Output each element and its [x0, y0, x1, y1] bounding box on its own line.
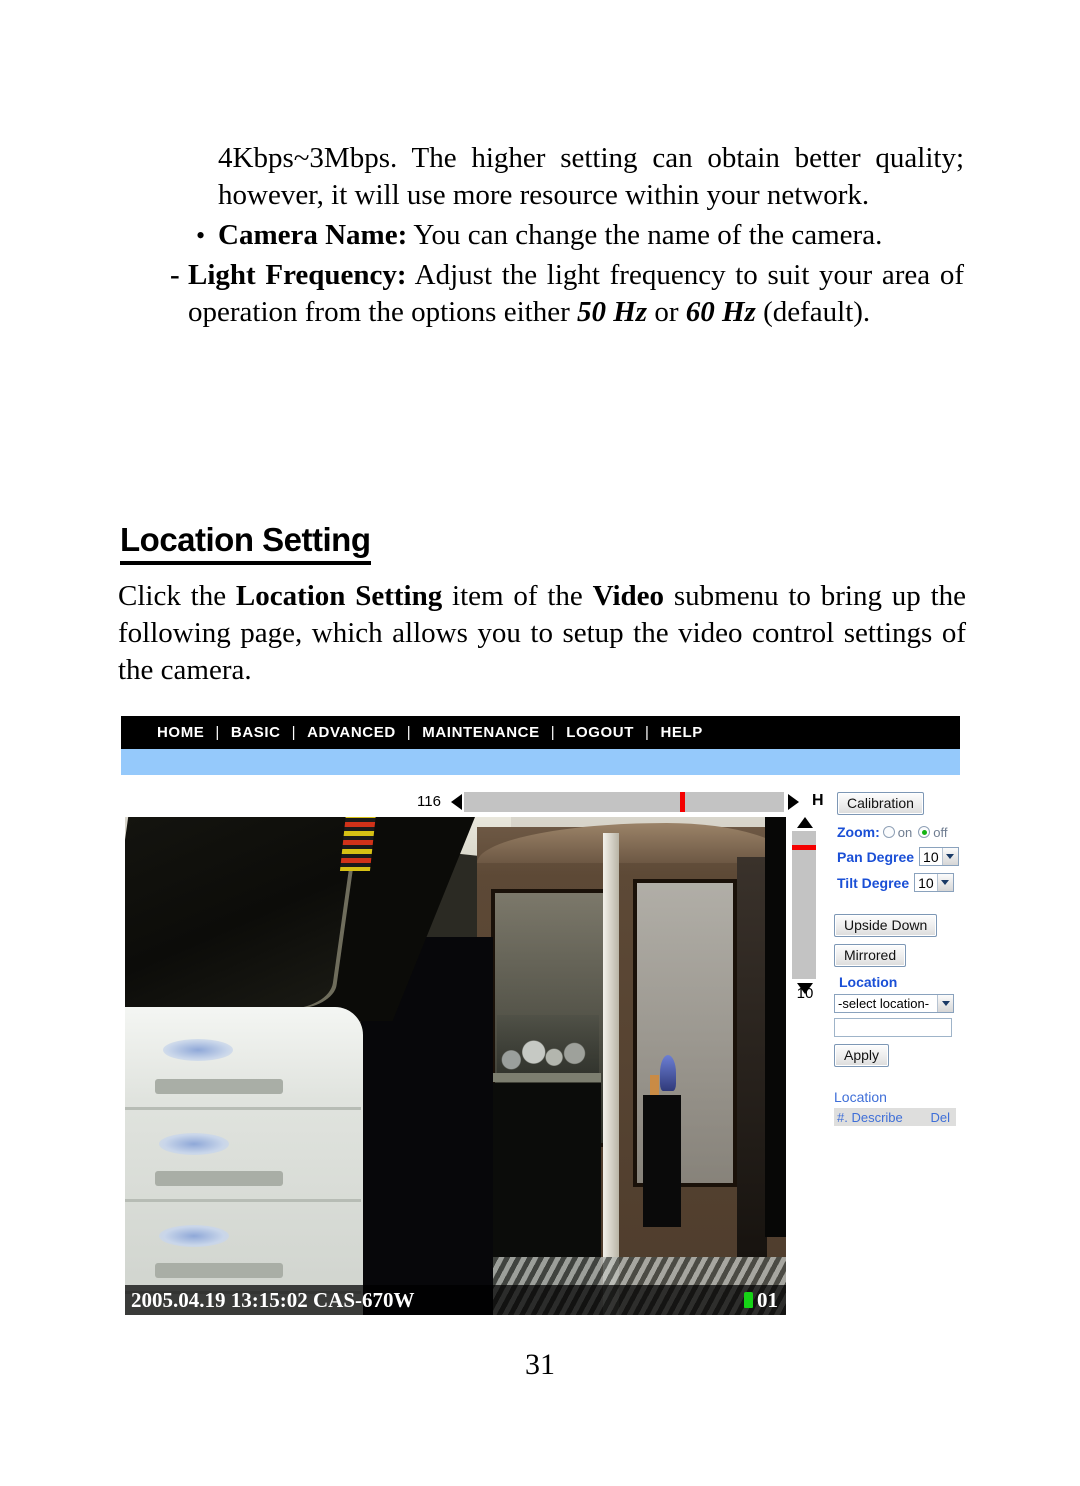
- location-list-header: #. Describe Del: [834, 1108, 956, 1126]
- nav-item-help[interactable]: HELP: [660, 724, 702, 741]
- vertical-slider-track[interactable]: [792, 831, 816, 979]
- tilt-degree-label: Tilt Degree: [837, 874, 910, 891]
- chevron-down-icon[interactable]: [941, 848, 958, 865]
- video-feed[interactable]: 2005.04.19 13:15:02 CAS-670W 01: [125, 817, 786, 1315]
- tilt-up-arrow-icon[interactable]: [797, 817, 813, 828]
- recording-status-icon: [744, 1292, 753, 1308]
- location-section-label: Location: [839, 974, 898, 990]
- pan-degree-row: Pan Degree 10: [837, 847, 959, 866]
- pan-degree-value: 10: [923, 848, 939, 865]
- nav-separator: |: [406, 724, 412, 741]
- zoom-radio-group: Zoom: on off: [837, 824, 950, 840]
- location-list-col-describe: #. Describe: [837, 1109, 903, 1125]
- video-scene-image: [125, 817, 786, 1315]
- sub-navigation-bar: [121, 749, 960, 775]
- pan-left-arrow-icon[interactable]: [451, 794, 462, 810]
- location-select-value: -select location-: [838, 996, 930, 1011]
- pan-right-arrow-icon[interactable]: [788, 794, 799, 810]
- document-text-block: 4Kbps~3Mbps. The higher setting can obta…: [118, 140, 964, 331]
- horizontal-slider-track[interactable]: [464, 792, 784, 812]
- paragraph-bitrate-text: 4Kbps~3Mbps. The higher setting can obta…: [218, 142, 964, 211]
- bullet-camera-name: • Camera Name: You can change the name o…: [118, 217, 964, 254]
- tilt-degree-value: 10: [918, 874, 934, 891]
- nav-item-home[interactable]: HOME: [157, 724, 204, 741]
- emphasis-60hz: 60 Hz: [685, 296, 756, 328]
- chevron-down-icon[interactable]: [937, 995, 953, 1012]
- calibration-button[interactable]: Calibration: [837, 792, 924, 815]
- apply-button[interactable]: Apply: [834, 1044, 890, 1067]
- video-osd-overlay: 2005.04.19 13:15:02 CAS-670W 01: [125, 1285, 786, 1315]
- nav-item-basic[interactable]: BASIC: [231, 724, 281, 741]
- tilt-degree-row: Tilt Degree 10: [837, 873, 954, 892]
- bullet-text-camera-name: You can change the name of the camera.: [407, 219, 883, 251]
- horizontal-pan-slider[interactable]: 116 H: [121, 790, 824, 816]
- horizontal-axis-letter: H: [812, 792, 824, 809]
- zoom-off-radio[interactable]: [918, 826, 931, 838]
- zoom-off-label: off: [933, 824, 948, 840]
- intro-bold-location-setting: Location Setting: [235, 580, 443, 612]
- horizontal-slider-value: 116: [417, 793, 441, 810]
- dash-marker-icon: -: [170, 259, 180, 291]
- nav-separator: |: [644, 724, 650, 741]
- nav-item-advanced[interactable]: ADVANCED: [307, 724, 396, 741]
- pan-degree-select[interactable]: 10: [919, 847, 959, 866]
- location-list-title: Location: [834, 1089, 887, 1105]
- bullet-light-frequency: - Light Frequency: Adjust the light freq…: [118, 257, 964, 331]
- bullet-term-camera-name: Camera Name:: [218, 219, 408, 251]
- nav-separator: |: [550, 724, 556, 741]
- bullet-text-light-frequency-b: (default).: [755, 296, 871, 328]
- pan-degree-label: Pan Degree: [837, 848, 915, 865]
- nav-separator: |: [291, 724, 297, 741]
- mirrored-button[interactable]: Mirrored: [834, 944, 907, 967]
- emphasis-50hz: 50 Hz: [576, 296, 648, 328]
- intro-text-a: Click the: [118, 580, 236, 612]
- horizontal-slider-marker[interactable]: [680, 792, 685, 812]
- intro-text-c: item of the: [442, 580, 593, 612]
- location-select[interactable]: -select location-: [834, 994, 954, 1013]
- vertical-slider-marker[interactable]: [792, 845, 816, 850]
- bullet-text-light-frequency-mid: or: [647, 296, 686, 328]
- location-name-input[interactable]: [834, 1018, 952, 1037]
- paragraph-intro: Click the Location Setting item of the V…: [118, 578, 966, 689]
- tilt-degree-select[interactable]: 10: [914, 873, 954, 892]
- vertical-tilt-slider[interactable]: [791, 817, 819, 1007]
- zoom-on-label: on: [897, 824, 913, 840]
- nav-separator: |: [215, 724, 220, 741]
- location-list-col-del: Del: [930, 1109, 950, 1125]
- intro-bold-video: Video: [592, 580, 665, 612]
- camera-ui-screenshot: HOME | BASIC | ADVANCED | MAINTENANCE | …: [121, 716, 960, 1316]
- bullet-term-light-frequency: Light Frequency:: [188, 259, 407, 291]
- nav-item-logout[interactable]: LOGOUT: [566, 724, 634, 741]
- top-navigation-bar: HOME | BASIC | ADVANCED | MAINTENANCE | …: [121, 716, 960, 749]
- upside-down-button[interactable]: Upside Down: [834, 914, 938, 937]
- video-timestamp: 2005.04.19 13:15:02 CAS-670W: [131, 1287, 415, 1312]
- paragraph-bitrate: 4Kbps~3Mbps. The higher setting can obta…: [118, 140, 964, 214]
- zoom-label: Zoom:: [837, 824, 880, 840]
- page-title: Location Setting: [120, 521, 371, 565]
- vertical-slider-value: 10: [796, 985, 814, 1002]
- page-number: 31: [525, 1348, 555, 1381]
- bullet-marker-icon: •: [196, 221, 206, 250]
- zoom-on-radio[interactable]: [882, 826, 895, 838]
- video-channel-number: 01: [757, 1287, 778, 1312]
- chevron-down-icon[interactable]: [936, 874, 953, 891]
- nav-item-maintenance[interactable]: MAINTENANCE: [422, 724, 539, 741]
